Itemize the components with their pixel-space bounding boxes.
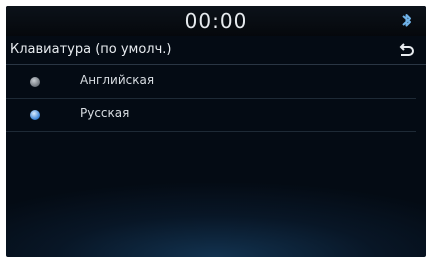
- keyboard-option-list: Английская Русская: [6, 66, 426, 132]
- option-label: Русская: [80, 106, 130, 120]
- clock: 00:00: [184, 9, 248, 33]
- radio-button-russian[interactable]: [30, 110, 40, 120]
- bluetooth-icon: [402, 14, 411, 27]
- page-title: Клавиатура (по умолч.): [10, 42, 172, 57]
- option-russian[interactable]: Русская: [6, 99, 416, 132]
- status-bar: 00:00: [6, 6, 426, 36]
- screen: 00:00 Клавиатура (по умолч.) Английская …: [6, 6, 426, 257]
- header: Клавиатура (по умолч.): [6, 38, 426, 65]
- option-label: Английская: [80, 73, 155, 87]
- radio-button-english[interactable]: [30, 77, 40, 87]
- back-icon[interactable]: [396, 41, 416, 61]
- option-english[interactable]: Английская: [6, 66, 416, 99]
